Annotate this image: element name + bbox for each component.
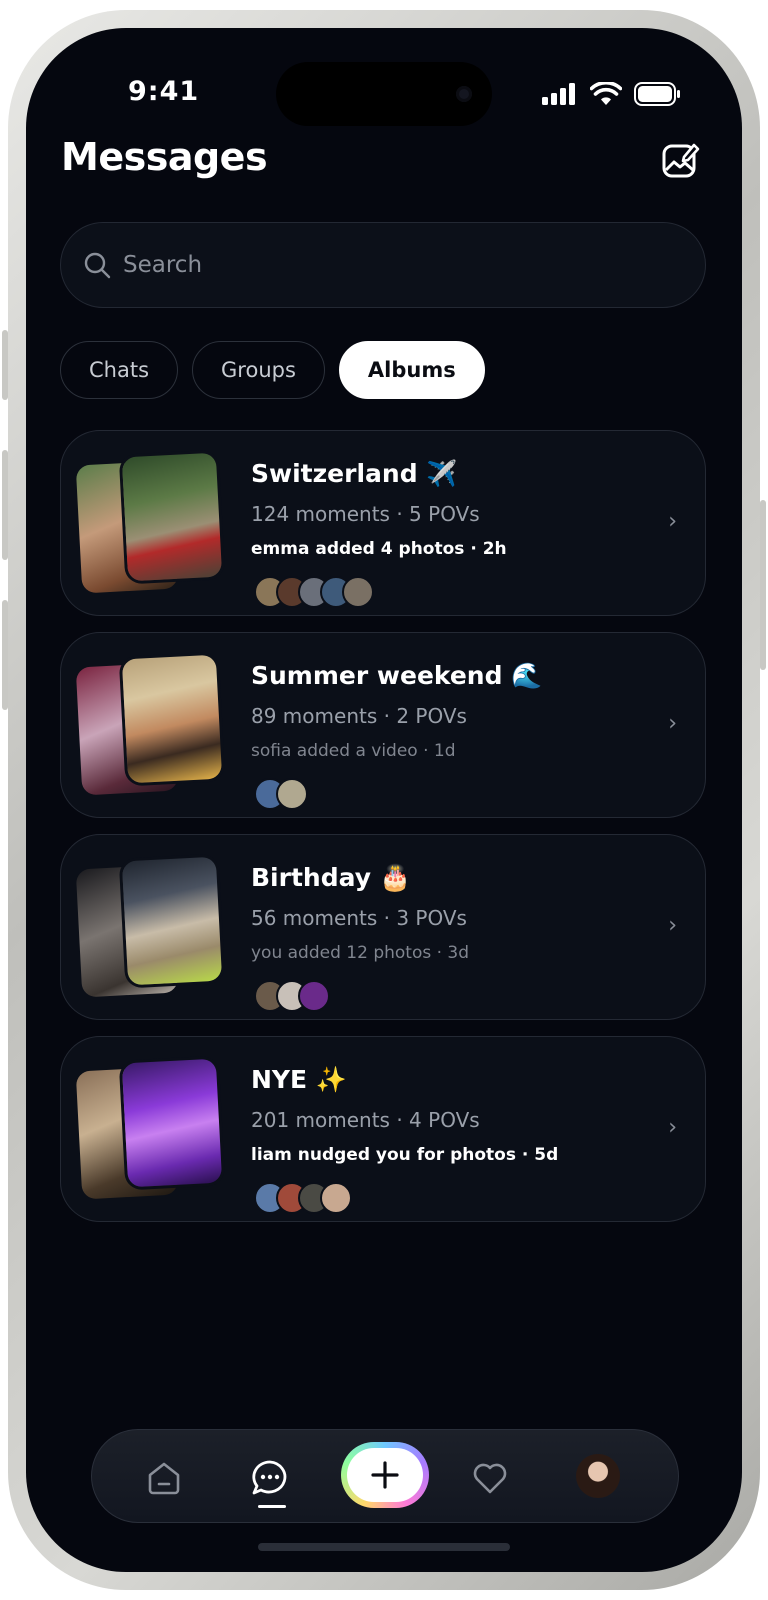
compose-image-icon <box>662 143 700 178</box>
search-bar[interactable] <box>60 222 706 308</box>
plus-icon <box>371 1461 399 1489</box>
avatar <box>342 576 374 608</box>
album-stats: 89 moments · 2 POVs <box>251 704 467 728</box>
album-photo-front <box>121 654 223 784</box>
album-photo-front <box>121 856 223 986</box>
cellular-signal-icon <box>542 83 575 105</box>
nav-home-button[interactable] <box>142 1456 186 1500</box>
contributor-avatars <box>254 980 330 1012</box>
segment-tabs: Chats Groups Albums <box>60 341 485 399</box>
album-activity: sofia added a video · 1d <box>251 741 456 761</box>
tab-chats[interactable]: Chats <box>60 341 179 399</box>
album-stats: 124 moments · 5 POVs <box>251 502 480 526</box>
status-icons <box>542 82 682 106</box>
contributor-avatars <box>254 778 308 810</box>
album-cover-stack <box>75 1058 225 1200</box>
page-title: Messages <box>61 135 268 179</box>
dynamic-island <box>276 62 492 126</box>
contributor-avatars <box>254 576 374 608</box>
album-activity: liam nudged you for photos · 5d <box>251 1145 559 1165</box>
contributor-avatars <box>254 1182 352 1214</box>
battery-icon <box>634 82 680 106</box>
chevron-right-icon: › <box>668 509 677 534</box>
screen: 9:41 Messages Search Chats Groups Albums… <box>26 28 742 1572</box>
avatar <box>276 778 308 810</box>
album-card-switzerland[interactable]: Switzerland ✈️ 124 moments · 5 POVs emma… <box>60 430 706 616</box>
messages-icon <box>252 1460 287 1495</box>
album-title: Switzerland ✈️ <box>251 459 458 488</box>
album-title: Birthday 🎂 <box>251 863 411 892</box>
heart-icon <box>473 1463 507 1494</box>
bottom-nav-bar <box>91 1429 679 1523</box>
album-activity: you added 12 photos · 3d <box>251 943 470 963</box>
album-card-birthday[interactable]: Birthday 🎂 56 moments · 3 POVs you added… <box>60 834 706 1020</box>
album-cover-stack <box>75 654 225 796</box>
volume-down-button <box>2 600 8 710</box>
search-input[interactable] <box>121 251 685 279</box>
album-cover-stack <box>75 452 225 594</box>
camera-icon <box>456 86 472 102</box>
album-card-nye[interactable]: NYE ✨ 201 moments · 4 POVs liam nudged y… <box>60 1036 706 1222</box>
home-icon <box>148 1462 180 1495</box>
chevron-right-icon: › <box>668 711 677 736</box>
power-button <box>760 500 766 670</box>
album-stats: 201 moments · 4 POVs <box>251 1108 480 1132</box>
album-photo-front <box>121 452 223 582</box>
chevron-right-icon: › <box>668 913 677 938</box>
home-indicator <box>258 1543 510 1551</box>
search-icon <box>84 252 111 279</box>
album-card-summer-weekend[interactable]: Summer weekend 🌊 89 moments · 2 POVs sof… <box>60 632 706 818</box>
wifi-icon <box>590 82 622 105</box>
create-button[interactable] <box>341 1442 429 1508</box>
active-nav-indicator <box>258 1505 286 1508</box>
avatar <box>320 1182 352 1214</box>
chevron-right-icon: › <box>668 1115 677 1140</box>
tab-albums[interactable]: Albums <box>338 341 485 399</box>
new-message-button[interactable] <box>660 140 700 180</box>
profile-avatar[interactable] <box>576 1454 620 1498</box>
album-activity: emma added 4 photos · 2h <box>251 539 507 559</box>
album-title: Summer weekend 🌊 <box>251 661 543 690</box>
nav-messages-button[interactable] <box>248 1456 292 1500</box>
volume-up-button <box>2 450 8 560</box>
album-list: Switzerland ✈️ 124 moments · 5 POVs emma… <box>60 430 706 1238</box>
status-time: 9:41 <box>128 76 200 107</box>
create-button-face <box>347 1448 423 1502</box>
album-cover-stack <box>75 856 225 998</box>
album-photo-front <box>121 1058 223 1188</box>
nav-activity-button[interactable] <box>468 1456 512 1500</box>
tab-groups[interactable]: Groups <box>192 341 325 399</box>
action-button <box>2 330 8 400</box>
album-title: NYE ✨ <box>251 1065 347 1094</box>
album-stats: 56 moments · 3 POVs <box>251 906 467 930</box>
avatar <box>298 980 330 1012</box>
